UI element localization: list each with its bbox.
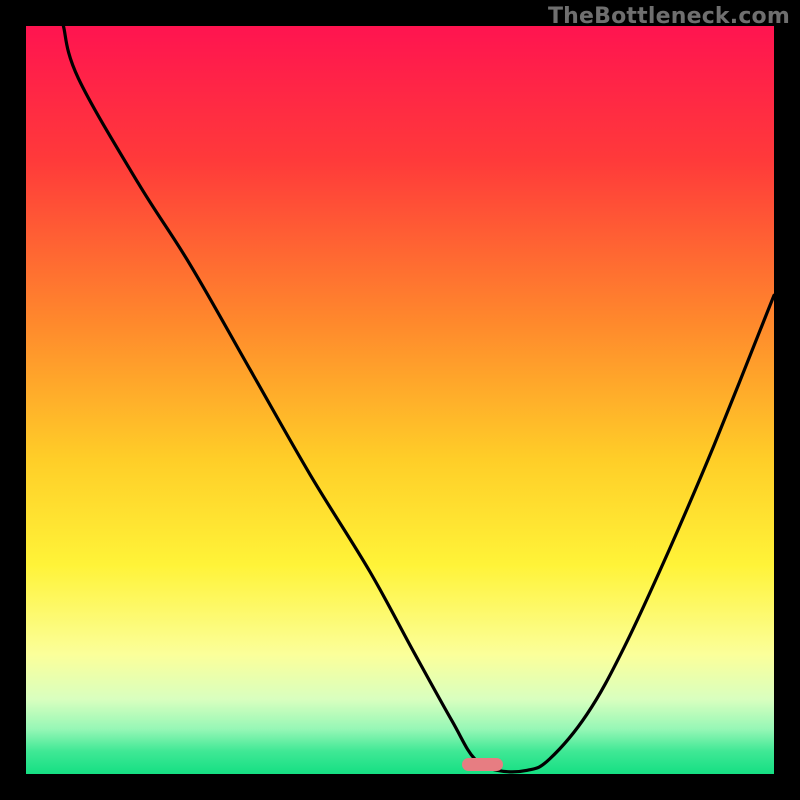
optimal-marker	[462, 758, 503, 771]
watermark-label: TheBottleneck.com	[548, 4, 790, 29]
plot-area	[26, 26, 774, 774]
bottleneck-curve	[26, 26, 774, 774]
chart-frame: TheBottleneck.com	[0, 0, 800, 800]
